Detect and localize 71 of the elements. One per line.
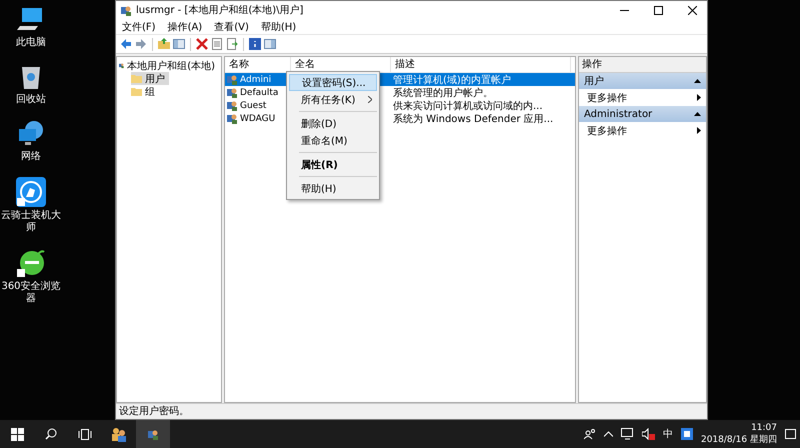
clock[interactable]: 11:07 2018/8/16 星期四 bbox=[700, 422, 777, 446]
properties-icon[interactable] bbox=[211, 38, 223, 50]
table-cell[interactable]: WDAGU bbox=[240, 114, 276, 124]
user-icon bbox=[227, 113, 238, 124]
menu-item[interactable]: 文件(F) bbox=[122, 20, 156, 34]
up-folder-icon[interactable] bbox=[158, 38, 170, 50]
forward-icon[interactable] bbox=[135, 38, 147, 50]
context-menu-item[interactable]: 帮助(H) bbox=[289, 180, 377, 197]
action-section-header[interactable]: 用户 bbox=[579, 73, 706, 89]
browser-icon bbox=[16, 248, 46, 278]
maximize-icon bbox=[654, 6, 662, 14]
search-icon bbox=[45, 428, 57, 440]
muted-speaker-icon[interactable] bbox=[642, 428, 655, 440]
desktop-icon-label: 360安全浏览器 bbox=[1, 281, 61, 305]
table-cell-text: 系统管理的用户帐户。 bbox=[393, 86, 493, 100]
task-view-icon bbox=[78, 428, 92, 440]
user-icon bbox=[227, 87, 238, 98]
notification-icon[interactable] bbox=[785, 428, 796, 440]
console-tree-icon[interactable] bbox=[173, 38, 185, 50]
table-cell[interactable]: Defaulta bbox=[240, 88, 278, 98]
table-cell-text: 管理计算机(域)的内置帐户 bbox=[393, 74, 511, 86]
expand-arrow-icon bbox=[697, 127, 701, 134]
user-icon bbox=[121, 4, 132, 16]
pane-title: 操作 bbox=[579, 57, 706, 73]
window-title: lusrmgr - [本地用户和组(本地)\用户] bbox=[136, 4, 304, 17]
context-menu-item[interactable]: 重命名(M) bbox=[289, 132, 377, 149]
context-menu-item[interactable]: 属性(R) bbox=[289, 156, 377, 173]
table-cell-text: 供来宾访问计算机或访问域的内... bbox=[393, 100, 543, 112]
chevron-up-icon[interactable] bbox=[604, 431, 613, 437]
users-icon bbox=[111, 426, 127, 442]
input-method-indicator[interactable]: 中 bbox=[662, 427, 673, 441]
user-icon bbox=[148, 428, 158, 440]
folder-icon bbox=[131, 87, 142, 96]
expand-arrow-icon bbox=[697, 94, 701, 101]
close-icon bbox=[688, 6, 696, 14]
action-section-header[interactable]: Administrator bbox=[579, 106, 706, 122]
action-pane-icon[interactable] bbox=[264, 38, 276, 50]
collapse-icon bbox=[694, 112, 701, 116]
tree-item[interactable]: 本地用户和组(本地) bbox=[127, 58, 215, 72]
action-item[interactable]: 更多操作 bbox=[579, 122, 706, 139]
network-icon bbox=[16, 120, 46, 148]
column-header[interactable]: 描述 bbox=[391, 57, 571, 72]
people-icon[interactable] bbox=[584, 428, 596, 440]
menu-item[interactable]: 帮助(H) bbox=[260, 20, 296, 34]
user-icon bbox=[227, 100, 238, 111]
desktop-icon-label: 此电脑 bbox=[16, 37, 46, 49]
delete-icon[interactable] bbox=[196, 38, 208, 50]
tree-item[interactable]: 用户 bbox=[131, 72, 169, 85]
menu-item[interactable]: 查看(V) bbox=[214, 20, 249, 34]
windows-icon bbox=[10, 428, 24, 440]
user-icon bbox=[227, 74, 238, 85]
action-item[interactable]: 更多操作 bbox=[579, 89, 706, 106]
tree-item[interactable]: 组 bbox=[131, 85, 159, 98]
status-bar: 设定用户密码。 bbox=[116, 403, 707, 419]
desktop-icon-label: 网络 bbox=[21, 151, 41, 163]
app-tray-icon[interactable] bbox=[680, 428, 693, 440]
table-cell[interactable]: Guest bbox=[240, 100, 266, 110]
desktop-icon-label: 云骑士装机大师 bbox=[1, 210, 61, 234]
menu-item[interactable]: 操作(A) bbox=[168, 20, 202, 34]
table-cell-text: 系统为 Windows Defender 应用... bbox=[393, 112, 554, 126]
desktop-icon-label: 回收站 bbox=[16, 94, 46, 106]
context-menu-item[interactable]: 删除(D) bbox=[289, 115, 377, 132]
back-icon[interactable] bbox=[120, 38, 132, 50]
folder-icon bbox=[131, 74, 142, 83]
export-icon[interactable] bbox=[226, 38, 238, 50]
help-icon[interactable] bbox=[249, 38, 261, 50]
collapse-icon bbox=[694, 79, 701, 83]
context-menu-item[interactable]: 所有任务(K) bbox=[289, 91, 377, 108]
context-menu-item[interactable]: 设置密码(S)... bbox=[289, 74, 377, 91]
table-cell[interactable]: Admini bbox=[240, 74, 272, 84]
network-status-icon[interactable] bbox=[620, 428, 634, 440]
